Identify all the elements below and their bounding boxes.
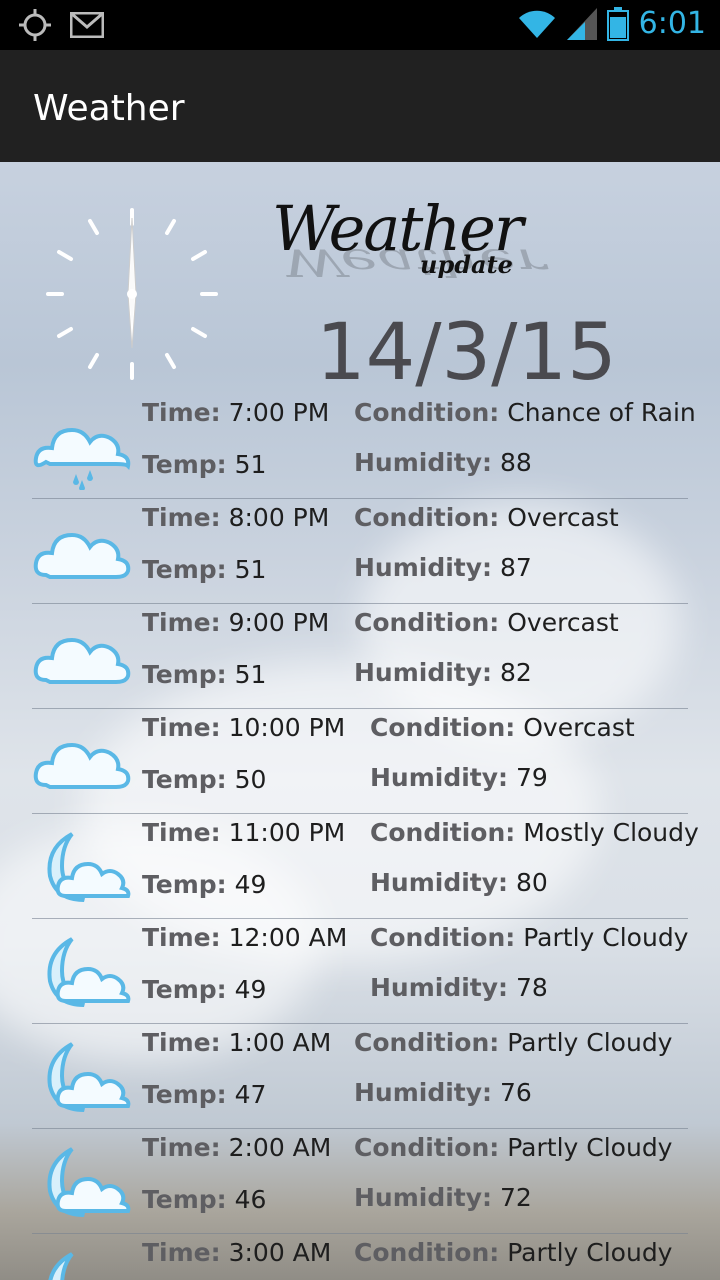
- signal-icon: [566, 7, 597, 40]
- temp-field: Temp: 49: [142, 975, 267, 1004]
- condition-field: Condition: Overcast: [354, 608, 619, 637]
- humidity-field: Humidity: 82: [354, 658, 532, 687]
- rain-cloud-icon: [32, 400, 132, 491]
- weather-update-logo: Weather Weather update: [272, 192, 546, 302]
- cloud-icon: [32, 715, 132, 805]
- time-field: Time: 1:00 AM: [142, 1028, 332, 1057]
- humidity-field: Humidity: 79: [370, 763, 548, 792]
- time-field: Time: 9:00 PM: [142, 608, 330, 637]
- humidity-field: Humidity: 88: [354, 448, 532, 477]
- location-icon: [19, 9, 51, 41]
- condition-field: Condition: Partly Cloudy: [354, 1238, 673, 1267]
- condition-field: Condition: Chance of Rain: [354, 398, 696, 427]
- condition-field: Condition: Overcast: [354, 503, 619, 532]
- time-field: Time: 7:00 PM: [142, 398, 330, 427]
- forecast-list[interactable]: Time: 7:00 PM Temp: 51 Condition: Chance o…: [32, 394, 699, 1280]
- forecast-row[interactable]: Time: 7:00 PM Temp: 51 Condition: Chance o…: [32, 394, 696, 499]
- temp-field: Temp: 51: [142, 555, 267, 584]
- status-bar: 6:01: [0, 0, 720, 50]
- app-title: Weather: [33, 88, 185, 129]
- condition-field: Condition: Mostly Cloudy: [370, 818, 699, 847]
- moon-cloud-icon: [32, 1030, 132, 1120]
- weather-content[interactable]: Weather Weather update 14/3/15 Time: 7:0…: [0, 162, 720, 1280]
- forecast-row[interactable]: Time: 12:00 AM Temp: 49 Condition: Partly …: [32, 919, 688, 1024]
- temp-field: Temp: 47: [142, 1080, 267, 1109]
- humidity-field: Humidity: 72: [354, 1183, 532, 1212]
- logo-subtitle: update: [420, 250, 513, 279]
- condition-field: Condition: Partly Cloudy: [354, 1133, 673, 1162]
- analog-clock: [46, 208, 218, 380]
- time-field: Time: 10:00 PM: [142, 713, 346, 742]
- forecast-row[interactable]: Time: 9:00 PM Temp: 51 Condition: Overcast…: [32, 604, 688, 709]
- forecast-row[interactable]: Time: 11:00 PM Temp: 49 Condition: Mostly …: [32, 814, 699, 919]
- temp-field: Temp: 50: [142, 765, 267, 794]
- humidity-field: Humidity: 87: [354, 553, 532, 582]
- wifi-icon: [518, 10, 555, 38]
- forecast-row[interactable]: Time: 3:00 AMTemp: Condition: Partly Clo…: [32, 1234, 688, 1280]
- forecast-row[interactable]: Time: 10:00 PM Temp: 50 Condition: Overcas…: [32, 709, 688, 814]
- app-bar: Weather: [0, 50, 720, 162]
- moon-cloud-icon: [32, 820, 132, 910]
- temp-field: Temp: 51: [142, 660, 267, 689]
- humidity-field: Humidity: 78: [370, 973, 548, 1002]
- time-field: Time: 11:00 PM: [142, 818, 346, 847]
- temp-field: Temp: 51: [142, 450, 267, 479]
- condition-field: Condition: Overcast: [370, 713, 635, 742]
- cloud-icon: [32, 505, 132, 595]
- temp-field: Temp: 46: [142, 1185, 267, 1214]
- time-field: Time: 12:00 AM: [142, 923, 348, 952]
- date-display: 14/3/15: [316, 308, 617, 398]
- gmail-icon: [70, 12, 104, 38]
- time-field: Time: 8:00 PM: [142, 503, 330, 532]
- moon-cloud-icon: [32, 925, 132, 1015]
- time-field: Time: 3:00 AM: [142, 1238, 332, 1267]
- humidity-field: Humidity: 80: [370, 868, 548, 897]
- moon-cloud-icon: [32, 1135, 132, 1225]
- condition-field: Condition: Partly Cloudy: [370, 923, 689, 952]
- battery-icon: [606, 6, 629, 41]
- temp-field: Temp: 49: [142, 870, 267, 899]
- cloud-icon: [32, 610, 132, 700]
- moon-cloud-icon: [32, 1240, 132, 1280]
- condition-field: Condition: Partly Cloudy: [354, 1028, 673, 1057]
- status-time: 6:01: [638, 6, 706, 41]
- forecast-row[interactable]: Time: 8:00 PM Temp: 51 Condition: Overcast…: [32, 499, 688, 604]
- forecast-row[interactable]: Time: 2:00 AM Temp: 46 Condition: Partly C…: [32, 1129, 688, 1234]
- time-field: Time: 2:00 AM: [142, 1133, 332, 1162]
- humidity-field: Humidity: 76: [354, 1078, 532, 1107]
- forecast-row[interactable]: Time: 1:00 AM Temp: 47 Condition: Partly C…: [32, 1024, 688, 1129]
